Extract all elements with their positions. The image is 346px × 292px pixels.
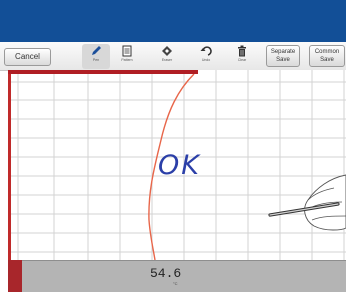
undo-tool-label: Undo bbox=[201, 58, 211, 62]
pen-icon bbox=[92, 46, 101, 55]
pen-tool-label: Pen bbox=[92, 58, 100, 62]
trash-icon bbox=[238, 45, 246, 57]
chart-grid-area[interactable]: OK bbox=[8, 70, 346, 260]
toolbar: Cancel Pen Pattern Eraser Undo Clear Sep… bbox=[0, 42, 346, 71]
undo-icon bbox=[200, 46, 212, 56]
separate-save-line2: Save bbox=[276, 57, 290, 63]
pattern-tool-label: Pattern bbox=[121, 58, 133, 62]
footer-channel-marker bbox=[8, 260, 22, 292]
eraser-tool-button[interactable]: Eraser bbox=[153, 44, 181, 69]
reading-unit: °C bbox=[173, 281, 178, 286]
eraser-icon bbox=[162, 46, 172, 56]
undo-tool-button[interactable]: Undo bbox=[192, 44, 220, 69]
eraser-tool-label: Eraser bbox=[161, 58, 173, 62]
common-save-button[interactable]: Common Save bbox=[309, 45, 345, 67]
pattern-tool-button[interactable]: Pattern bbox=[113, 44, 141, 69]
clear-tool-label: Clear bbox=[237, 58, 247, 62]
chart-top-indicator bbox=[8, 70, 198, 74]
pen-tool-button[interactable]: Pen bbox=[82, 44, 110, 69]
separate-save-button[interactable]: Separate Save bbox=[266, 45, 300, 67]
handwritten-annotation: OK bbox=[158, 150, 201, 181]
pattern-icon bbox=[122, 45, 132, 57]
common-save-line1: Common bbox=[314, 49, 340, 55]
header-bar bbox=[0, 0, 346, 42]
separate-save-line1: Separate bbox=[270, 49, 296, 55]
chart-grid-svg: OK bbox=[8, 70, 346, 260]
clear-tool-button[interactable]: Clear bbox=[228, 44, 256, 69]
current-reading: 54.6 bbox=[150, 266, 182, 281]
cancel-button[interactable]: Cancel bbox=[4, 48, 51, 66]
app-root: Cancel Pen Pattern Eraser Undo Clear Sep… bbox=[0, 0, 346, 292]
common-save-line2: Save bbox=[320, 57, 334, 63]
hand-with-stylus bbox=[268, 174, 346, 231]
chart-left-indicator bbox=[8, 74, 11, 260]
